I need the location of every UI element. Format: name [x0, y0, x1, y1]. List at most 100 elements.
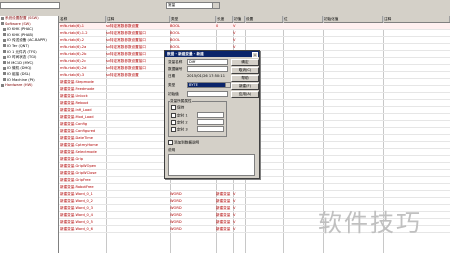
- table-cell-comment: sv特定常数参数设置接口: [106, 38, 146, 42]
- table-cell-name: mfb.rtab(6).2b: [60, 52, 87, 56]
- column-header-setting[interactable]: 设置: [245, 16, 283, 22]
- tree-item-label: 系统设置配置 (SSW): [5, 16, 39, 20]
- table-cell-type: WORD: [170, 227, 182, 231]
- table-row[interactable]: mfb.rtab(6).2 sv特定常数参数设置接口 BOOL V: [59, 37, 450, 44]
- tree-item-label: IO 1 元件内 (TFS): [7, 49, 37, 54]
- help-button[interactable]: 帮助: [231, 75, 259, 82]
- attr-timer1-checkbox[interactable]: 定时 1: [171, 113, 188, 119]
- chevron-down-icon[interactable]: [212, 2, 220, 9]
- notes-checkbox[interactable]: 添加到数据说明: [168, 140, 199, 146]
- apply-button[interactable]: 应用(A): [231, 91, 259, 98]
- table-cell-len: 0: [216, 24, 219, 28]
- top-toolbar: 常量: [0, 0, 450, 16]
- table-cell-name: mfb.rtab(6).2d: [60, 66, 87, 70]
- table-cell-flag: V: [233, 206, 236, 210]
- attr-timer2-field[interactable]: [197, 119, 224, 125]
- table-cell-type: WORD: [170, 192, 182, 196]
- table-cell-flag: V: [233, 199, 236, 203]
- close-icon[interactable]: x: [252, 52, 258, 58]
- attr-retain-checkbox[interactable]: 保持: [171, 105, 184, 111]
- cancel-button[interactable]: 取消(C): [231, 67, 259, 74]
- id-field[interactable]: [187, 66, 228, 72]
- table-cell-len: 新建变量: [216, 227, 231, 231]
- type-select[interactable]: BYTE: [187, 82, 226, 88]
- tree-item-label: IO Ter (QNT): [7, 43, 29, 48]
- dialog-title-bar[interactable]: 数据 - 新建变量 - 新建: [165, 51, 259, 57]
- tree-node-icon: [3, 33, 6, 37]
- attr-timer3-label: 定时 3: [177, 127, 188, 132]
- tree-node-icon: [1, 22, 4, 26]
- table-row[interactable]: 新建变量.Word_0_1 WORD 新建变量 V: [59, 191, 450, 198]
- ok-button[interactable]: 确定: [231, 59, 259, 66]
- tree-item-label: IO 组接 (DSL): [7, 71, 31, 76]
- table-cell-name: mfb.rtab(6).1: [60, 24, 85, 28]
- tree-item-label: IO 时间状态 (TGI): [7, 55, 37, 60]
- toolbar-dropdown[interactable]: 常量: [166, 2, 213, 9]
- table-cell-name: 新建变量.Reboot: [60, 101, 89, 105]
- attr-timer3-checkbox[interactable]: 定时 3: [171, 127, 188, 133]
- column-header-name[interactable]: 名称: [59, 16, 106, 22]
- column-header-initial[interactable]: 初值: [233, 16, 245, 22]
- attr-timer3-field[interactable]: [197, 126, 224, 132]
- tree-node-icon: [3, 66, 6, 70]
- table-cell-len: 新建变量: [216, 192, 231, 196]
- attr-timer1-field[interactable]: [197, 112, 224, 118]
- tree-node-icon: [3, 61, 6, 65]
- notes-checkbox-label: 添加到数据说明: [174, 140, 200, 145]
- table-cell-comment: sv特定常数参数设置接口: [106, 31, 146, 35]
- tree-node-icon: [3, 27, 6, 31]
- table-cell-len: 新建变量: [216, 213, 231, 217]
- tree-node-icon: [1, 16, 4, 20]
- attr-timer2-checkbox[interactable]: 定时 2: [171, 120, 188, 126]
- initval-field[interactable]: [187, 91, 228, 97]
- table-cell-name: 新建变量.GripFree: [60, 178, 91, 182]
- tree-node-icon: [1, 83, 4, 87]
- table-cell-name: 新建变量.CptmyHome: [60, 143, 98, 147]
- tree-node-icon: [3, 50, 6, 54]
- project-tree[interactable]: 系统设置配置 (SSW) Software (SW) IO KHK (PHAC) IO…: [0, 16, 59, 253]
- attribute-group: 变量所属属性 保持 定时 1 定时 2 定时 3: [168, 99, 227, 137]
- notes-textarea[interactable]: [168, 154, 255, 176]
- type-select-value: BYTE: [189, 83, 198, 87]
- column-header-length[interactable]: 长度: [216, 16, 233, 22]
- table-cell-comment: sv特定常数参数设置接口: [106, 66, 146, 70]
- table-row[interactable]: 新建变量.RobotFree: [59, 184, 450, 191]
- table-row[interactable]: mfb.rtab(6).1.2 sv特定常数参数设置接口 BOOL V: [59, 30, 450, 37]
- initval-label: 初始值: [168, 92, 179, 96]
- table-cell-len: 新建变量: [216, 220, 231, 224]
- table-cell-name: 新建变量.RobotFree: [60, 185, 94, 189]
- column-header-bit[interactable]: 位: [283, 16, 323, 22]
- table-cell-type: BOOL: [170, 31, 181, 35]
- table-cell-type: BOOL: [170, 38, 181, 42]
- new-variable-dialog[interactable]: 数据 - 新建变量 - 新建 x 变量名称 Diff 数据编号 日期 2015/…: [164, 50, 260, 179]
- table-cell-type: WORD: [170, 213, 182, 217]
- table-cell-flag: V: [233, 38, 236, 42]
- column-header-comment[interactable]: 注释: [106, 16, 170, 22]
- table-row[interactable]: mfb.rtab(6).1 sv特定常数参数设置 BOOL 0 V: [59, 23, 450, 30]
- type-label: 类型: [168, 83, 176, 87]
- id-label: 数据编号: [168, 67, 183, 71]
- column-header-init-value[interactable]: 初始化值: [323, 16, 383, 22]
- table-cell-name: 新建变量.Word_0_3: [60, 206, 93, 210]
- tree-node-icon: [3, 78, 6, 82]
- column-header-notes[interactable]: 注释: [383, 16, 450, 22]
- table-cell-name: mfb.rtab(6).2a: [60, 45, 87, 49]
- table-cell-comment: sv特定常数参数设置接口: [106, 45, 146, 49]
- table-cell-flag: V: [233, 220, 236, 224]
- tree-item[interactable]: Hardware (HW): [0, 83, 58, 89]
- name-field[interactable]: Diff: [187, 59, 228, 65]
- grid-header: 名称 注释 类型 长度 初值 设置 位 初始化值 注释: [59, 16, 450, 23]
- table-cell-name: 新建变量.Configured: [60, 129, 96, 133]
- column-header-type[interactable]: 类型: [170, 16, 216, 22]
- table-cell-name: 新建变量.Word_0_5: [60, 220, 93, 224]
- name-field-value: Diff: [189, 60, 196, 64]
- watermark: 软件技巧: [318, 209, 422, 237]
- new-button[interactable]: 新建(F): [231, 83, 259, 90]
- table-cell-len: 新建变量: [216, 206, 231, 210]
- table-cell-flag: V: [233, 227, 236, 231]
- table-cell-name: mfb.rtab(6).3: [60, 73, 85, 77]
- table-cell-flag: V: [233, 31, 236, 35]
- attr-retain-label: 保持: [177, 105, 185, 110]
- table-cell-name: mfb.rtab(6).1.2: [60, 31, 88, 35]
- tree-item-label: IO Machine (Pt): [7, 77, 35, 82]
